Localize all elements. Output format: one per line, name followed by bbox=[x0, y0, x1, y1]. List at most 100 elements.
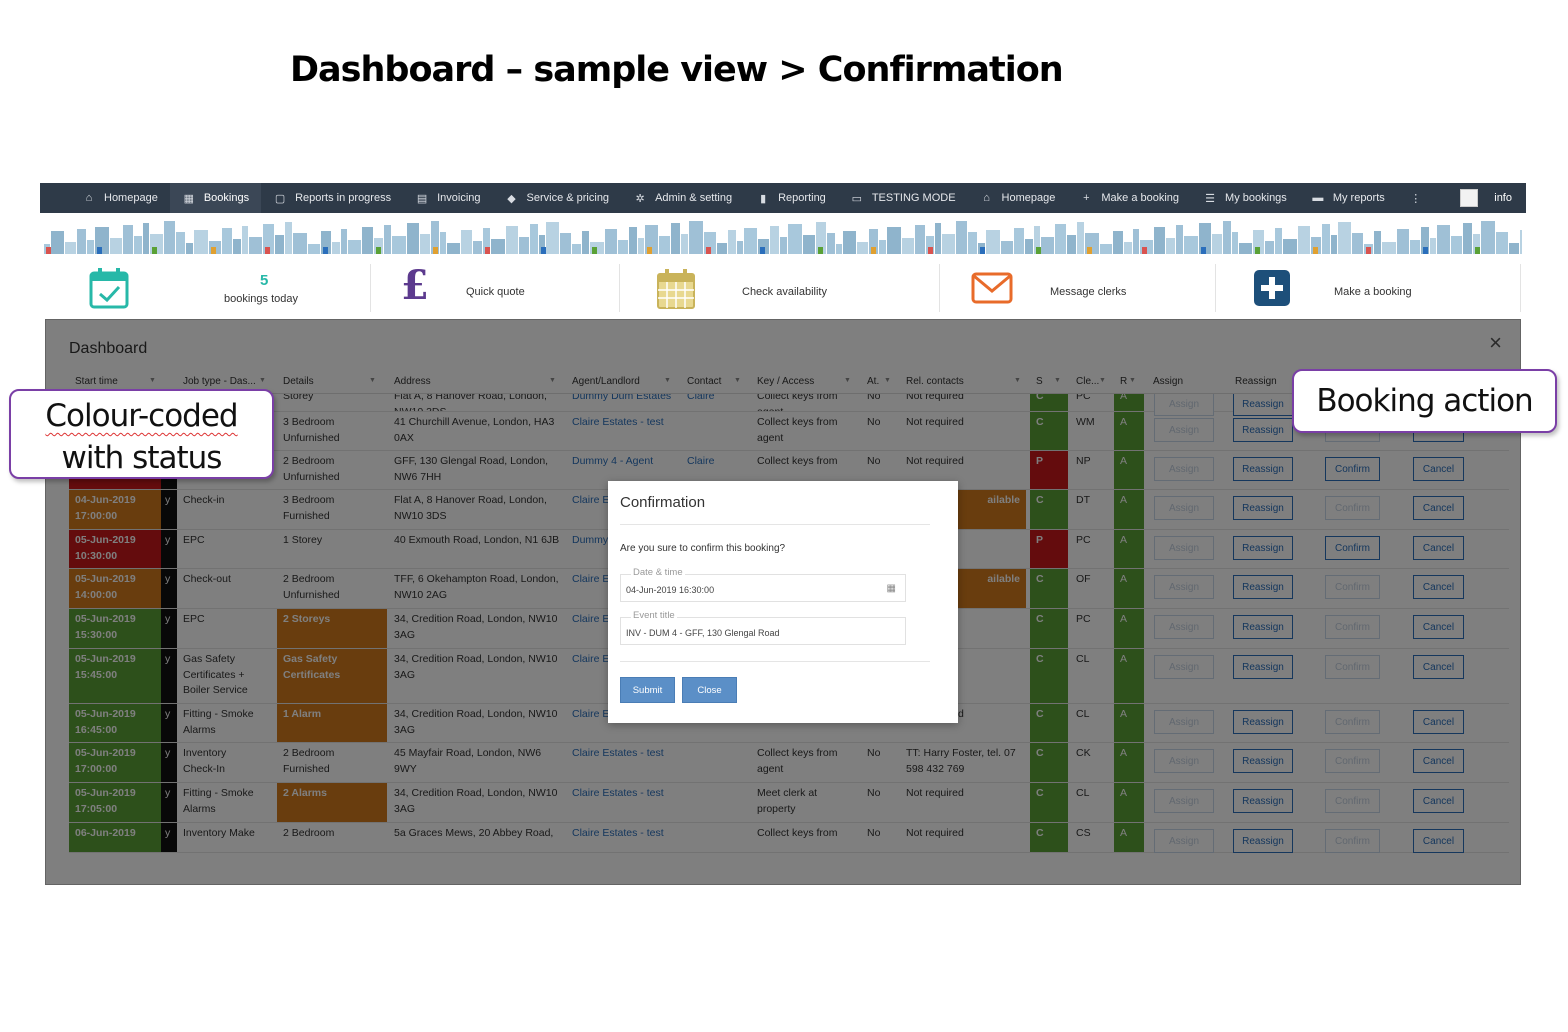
skyline-building bbox=[887, 227, 901, 254]
user-menu[interactable]: info bbox=[1460, 183, 1512, 213]
nav-item[interactable]: ▤ Invoicing bbox=[403, 183, 492, 213]
message-clerks-card[interactable]: Message clerks bbox=[969, 260, 1209, 316]
skyline-house bbox=[1255, 247, 1260, 254]
skyline-house bbox=[485, 247, 490, 254]
skyline-house bbox=[265, 247, 270, 254]
nav-item[interactable]: ▮ Reporting bbox=[744, 183, 838, 213]
bar-chart-icon: ▮ bbox=[760, 192, 767, 205]
skyline-building bbox=[134, 236, 142, 254]
skyline-house bbox=[871, 247, 876, 254]
home-icon: ⌂ bbox=[983, 192, 990, 204]
more-vertical-icon: ⋮ bbox=[1410, 192, 1422, 205]
nav-item[interactable]: ▬ My reports bbox=[1299, 183, 1397, 213]
skyline-house bbox=[46, 247, 51, 254]
nav-item[interactable]: + Make a booking bbox=[1067, 183, 1191, 213]
nav-item[interactable]: ☰ My bookings bbox=[1191, 183, 1299, 213]
event-title-field[interactable]: Event title INV - DUM 4 - GFF, 130 Gleng… bbox=[620, 610, 906, 645]
nav-item-label: Admin & setting bbox=[655, 192, 733, 204]
divider bbox=[620, 524, 930, 525]
skyline-house bbox=[1142, 247, 1147, 254]
nav-item[interactable]: ⌂ Homepage bbox=[968, 183, 1068, 213]
skyline-building bbox=[1124, 242, 1132, 254]
skyline-building bbox=[1437, 225, 1450, 254]
skyline-building bbox=[440, 232, 446, 254]
skyline-house bbox=[1036, 247, 1041, 254]
skyline-building bbox=[519, 237, 529, 254]
make-booking-card[interactable]: Make a booking bbox=[1252, 260, 1492, 316]
message-clerks-label: Message clerks bbox=[1050, 286, 1127, 298]
skyline-building bbox=[671, 223, 680, 254]
skyline-building bbox=[242, 226, 248, 254]
skyline-house bbox=[706, 247, 711, 254]
divider bbox=[939, 264, 940, 312]
skyline-building bbox=[1154, 227, 1165, 254]
calendar-icon[interactable]: ▦ bbox=[887, 583, 896, 594]
skyline-house bbox=[1366, 247, 1371, 254]
bookings-icon: ▦ bbox=[183, 192, 195, 205]
gear-icon: ✲ bbox=[635, 192, 645, 205]
skyline-building bbox=[1077, 222, 1084, 254]
clipboard-icon: ▢ bbox=[274, 192, 286, 205]
skyline-building bbox=[1509, 243, 1519, 254]
skyline-building bbox=[362, 227, 373, 254]
skyline-building bbox=[1374, 231, 1381, 254]
skyline-building bbox=[275, 235, 284, 254]
skyline-building bbox=[1352, 233, 1363, 254]
skyline-building bbox=[1001, 241, 1013, 254]
city-skyline-banner bbox=[44, 221, 1522, 254]
skyline-building bbox=[780, 237, 787, 254]
skyline-house bbox=[1423, 247, 1428, 254]
skyline-building bbox=[249, 237, 262, 254]
skyline-building bbox=[473, 241, 482, 254]
skyline-building bbox=[143, 223, 149, 254]
nav-item[interactable]: ▢ Reports in progress bbox=[261, 183, 403, 213]
slide: Dashboard – sample view > Confirmation ⌂… bbox=[0, 0, 1568, 1032]
nav-item-label: Invoicing bbox=[437, 192, 481, 204]
skyline-house bbox=[541, 247, 546, 254]
skyline-building bbox=[1067, 235, 1076, 254]
check-availability-card[interactable]: Check availability bbox=[654, 260, 954, 316]
skyline-building bbox=[332, 242, 340, 254]
skyline-building bbox=[1451, 236, 1462, 254]
nav-item-label: Homepage bbox=[104, 192, 158, 204]
skyline-house bbox=[1087, 247, 1092, 254]
divider bbox=[1215, 264, 1216, 312]
skyline-building bbox=[638, 238, 644, 254]
nav-item[interactable]: ⌂ Homepage bbox=[70, 183, 170, 213]
home-icon: ⌂ bbox=[85, 192, 93, 204]
skyline-building bbox=[87, 240, 94, 254]
nav-item-label: Service & pricing bbox=[526, 192, 610, 204]
skyline-building bbox=[629, 227, 637, 254]
close-button[interactable]: Close bbox=[682, 677, 737, 703]
skyline-building bbox=[836, 244, 842, 254]
submit-button[interactable]: Submit bbox=[620, 677, 675, 703]
skyline-house bbox=[152, 247, 157, 254]
nav-item[interactable]: ✲ Admin & setting bbox=[621, 183, 744, 213]
skyline-building bbox=[1322, 224, 1330, 254]
skyline-building bbox=[1041, 237, 1054, 254]
nav-item[interactable]: ◆ Service & pricing bbox=[493, 183, 622, 213]
nav-item[interactable]: ▦ Bookings bbox=[169, 183, 262, 213]
skyline-building bbox=[530, 224, 538, 254]
skyline-building bbox=[659, 236, 670, 254]
skyline-building bbox=[1239, 243, 1252, 254]
skyline-building bbox=[546, 222, 559, 254]
skyline-house bbox=[1313, 247, 1318, 254]
quick-quote-card[interactable]: £ Quick quote bbox=[399, 260, 619, 316]
skyline-building bbox=[942, 234, 955, 254]
skyline-house bbox=[97, 247, 102, 254]
skyline-building bbox=[737, 241, 743, 254]
skyline-building bbox=[681, 234, 688, 254]
skyline-building bbox=[506, 226, 518, 254]
nav-item-label: Reports in progress bbox=[295, 192, 392, 204]
skyline-building bbox=[176, 232, 185, 254]
event-title-value: INV - DUM 4 - GFF, 130 Glengal Road bbox=[626, 628, 780, 638]
skyline-house bbox=[980, 247, 985, 254]
skyline-house bbox=[323, 247, 328, 254]
nav-item[interactable]: ⋮ bbox=[1397, 183, 1443, 213]
skyline-building bbox=[447, 243, 460, 254]
bookings-today-card[interactable]: 5 bookings today bbox=[84, 260, 384, 316]
skyline-building bbox=[1176, 225, 1183, 254]
date-time-field[interactable]: Date & time 04-Jun-2019 16:30:00 ▦ bbox=[620, 567, 906, 602]
nav-item[interactable]: ▭ TESTING MODE bbox=[838, 183, 968, 213]
